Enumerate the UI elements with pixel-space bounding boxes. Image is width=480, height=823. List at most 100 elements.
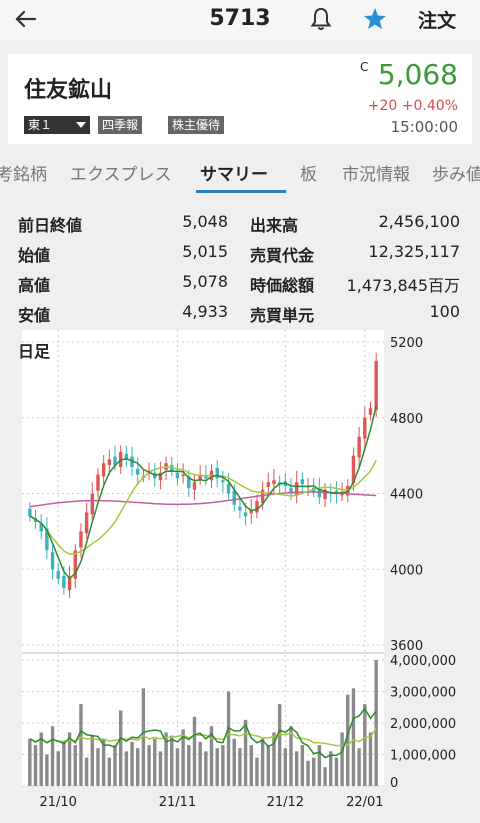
quote-time: 15:00:00 — [390, 118, 458, 136]
top-bar: 5713 注文 — [0, 0, 480, 40]
volume-bar — [118, 710, 123, 786]
price-chart[interactable]: 5200 4800 4400 4000 36004,000,000 3,000,000 2,… — [0, 330, 480, 820]
chart-period-label: 日足 — [18, 342, 51, 361]
candle-body — [50, 552, 55, 570]
close-mark: C — [360, 60, 369, 74]
volume-bar — [289, 726, 293, 786]
x-axis-label: 21/10 — [39, 795, 76, 810]
candle-body — [363, 417, 367, 439]
dropdown-arrow-icon — [76, 122, 86, 128]
volume-bar — [130, 741, 134, 786]
volume-bar — [96, 748, 100, 786]
volume-bar — [187, 745, 191, 786]
stat-label: 高値 — [18, 276, 51, 295]
current-price: 5,068 — [377, 58, 458, 91]
price-axis-label: 4400 — [390, 488, 423, 503]
stat-value: 2,456,100 — [378, 212, 460, 231]
volume-bar — [50, 726, 55, 786]
volume-axis-label: 4,000,000 — [390, 654, 456, 669]
candle-body — [175, 472, 180, 479]
volume-bar — [232, 738, 236, 786]
tab-express[interactable]: エクスプレス — [70, 160, 172, 185]
volume-bar — [136, 748, 140, 786]
volume-bar — [363, 704, 367, 786]
market-selector[interactable]: 東１ — [24, 116, 90, 134]
candle-body — [204, 476, 208, 479]
stat-value: 5,078 — [182, 272, 228, 291]
stat-label: 前日終値 — [18, 216, 83, 235]
shareholder-benefit-tag[interactable]: 株主優待 — [168, 116, 225, 134]
candle-body — [84, 512, 89, 534]
stat-label: 安値 — [18, 306, 51, 325]
tab-market-info[interactable]: 市況情報 — [342, 160, 410, 185]
volume-bar — [153, 738, 157, 786]
volume-bar — [79, 704, 83, 786]
stats-row: 安値 4,933 売買単元 100 — [0, 302, 480, 328]
bell-icon[interactable] — [308, 6, 334, 32]
volume-bar — [357, 748, 361, 786]
volume-bar — [215, 748, 219, 786]
volume-bar — [62, 741, 66, 786]
candle-body — [238, 506, 242, 511]
candle-body — [101, 463, 106, 477]
volume-bar — [158, 751, 163, 786]
volume-bar — [368, 732, 373, 786]
candle-body — [221, 480, 225, 483]
volume-bar — [45, 754, 49, 786]
price-axis-label: 4800 — [390, 412, 423, 427]
tab-bar: 考銘柄 エクスプレス サマリー 板 市況情報 歩み値 — [0, 150, 480, 194]
stat-value: 4,933 — [182, 302, 228, 321]
candle-body — [243, 512, 248, 517]
volume-bar — [226, 691, 231, 786]
tab-trades[interactable]: 歩み値 — [432, 160, 480, 185]
tab-reference-stocks[interactable]: 考銘柄 — [0, 160, 47, 185]
volume-axis-label: 1,000,000 — [390, 749, 456, 764]
stat-value: 5,048 — [182, 212, 228, 231]
candle-body — [272, 480, 276, 485]
volume-bar — [294, 751, 299, 786]
volume-bar — [198, 741, 202, 786]
candle-body — [357, 436, 361, 458]
stat-label: 時価総額 — [250, 276, 315, 295]
stats-row: 始値 5,015 売買代金 12,325,117 — [0, 242, 480, 268]
price-axis-label: 3600 — [390, 639, 423, 654]
quote-card: 住友鉱山 東１ 四季報 株主優待 C 5,068 +20 +0.40% 15:0… — [8, 54, 472, 144]
price-axis-label: 4000 — [390, 563, 423, 578]
volume-bar — [323, 767, 327, 786]
stat-label: 出来高 — [250, 216, 299, 235]
stat-label: 売買単元 — [250, 306, 315, 325]
volume-bar — [249, 745, 253, 786]
volume-bar — [283, 748, 288, 786]
volume-bar — [255, 757, 259, 786]
volume-bar — [124, 751, 129, 786]
tab-board[interactable]: 板 — [300, 160, 317, 185]
candle-body — [368, 408, 373, 415]
price-change: +20 +0.40% — [367, 98, 458, 114]
stat-label: 始値 — [18, 246, 51, 265]
volume-bar — [374, 660, 378, 786]
volume-bar — [340, 732, 344, 786]
tab-summary[interactable]: サマリー — [200, 160, 268, 185]
candle-body — [266, 482, 270, 487]
candle-body — [255, 501, 259, 513]
volume-axis-label: 2,000,000 — [390, 717, 456, 732]
volume-bar — [192, 716, 197, 786]
candle-body — [300, 479, 305, 485]
volume-bar — [221, 745, 225, 786]
stat-label: 売買代金 — [250, 246, 315, 265]
order-button[interactable]: 注文 — [418, 6, 456, 33]
star-icon[interactable] — [362, 6, 388, 32]
active-tab-indicator — [196, 190, 286, 193]
x-axis-label: 22/01 — [346, 795, 383, 810]
volume-bar — [266, 745, 270, 786]
stat-value: 5,015 — [182, 242, 228, 261]
volume-bar — [84, 757, 89, 786]
candle-body — [192, 482, 197, 490]
candle-body — [215, 467, 219, 479]
volume-axis-label: 3,000,000 — [390, 686, 456, 701]
volume-bar — [175, 748, 180, 786]
candle-body — [62, 575, 66, 589]
quarterly-report-tag[interactable]: 四季報 — [98, 116, 143, 134]
stats-row: 前日終値 5,048 出来高 2,456,100 — [0, 212, 480, 238]
candle-body — [374, 360, 378, 411]
